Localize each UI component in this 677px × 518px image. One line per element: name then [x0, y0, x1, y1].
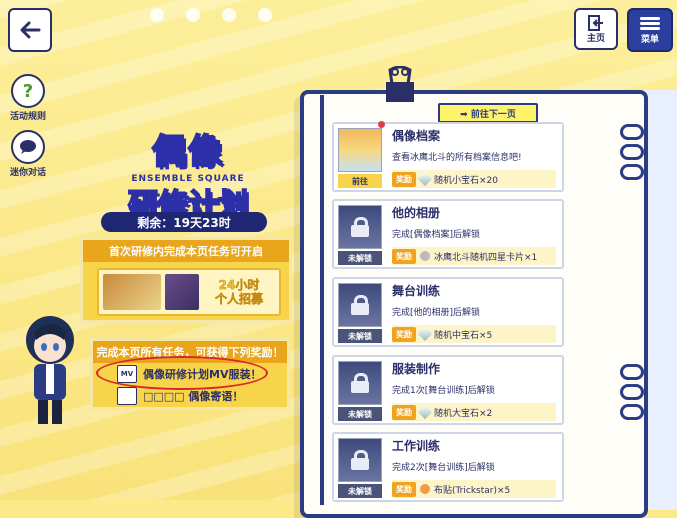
task-description: 完成[他的相册]后解锁	[392, 308, 481, 318]
menu-label: 菜单	[640, 35, 659, 45]
reward-text: 随机大宝石×2	[434, 408, 493, 419]
event-logo: 偶像 ENSEMBLE SQUARE 研修计划	[98, 118, 278, 224]
task-thumbnail-locked	[338, 438, 382, 482]
task-title: 服装制作	[392, 362, 441, 376]
mini-chat-button[interactable]: 迷你对话	[6, 130, 50, 178]
task-description: 完成2次[舞台训练]后解锁	[392, 463, 495, 473]
question-card-icon	[420, 251, 430, 261]
event-title-line1: 偶像	[151, 131, 224, 173]
locked-status: 未解锁	[338, 329, 382, 343]
notebook-holes	[150, 8, 272, 22]
home-label: 主页	[586, 33, 605, 44]
chat-bubble-icon	[11, 130, 45, 164]
reward-text: 冰鹰北斗随机四星卡片×1	[434, 252, 538, 263]
rules-button[interactable]: ? 活动规则	[6, 74, 50, 122]
reward-badge: 奖励	[392, 248, 416, 264]
task-thumbnail-locked	[338, 283, 382, 327]
task-reward: 奖励 布贴(Trickstar)×5	[392, 480, 556, 498]
notebook-spine-line	[320, 95, 324, 505]
first-unlock-title: 首次研修内完成本页任务可开启	[83, 240, 289, 262]
task-title: 他的相册	[392, 206, 441, 220]
task-title: 偶像档案	[392, 129, 441, 143]
binder-clip-icon	[386, 66, 414, 102]
reward-message-label: □□□□ 偶像寄语！	[143, 390, 244, 403]
reward-badge: 奖励	[392, 171, 416, 187]
task-description: 查看冰鹰北斗的所有档案信息吧!	[392, 153, 522, 163]
gem-icon	[417, 171, 433, 187]
locked-status: 未解锁	[338, 407, 382, 421]
home-exit-icon	[588, 14, 603, 31]
recruit-banner[interactable]: 24小时 个人招募	[97, 268, 281, 316]
banner-character-image	[165, 274, 199, 310]
notification-dot	[378, 121, 385, 128]
task-reward: 奖励 冰鹰北斗随机四星卡片×1	[392, 247, 556, 265]
patch-icon	[420, 484, 430, 494]
question-icon: ?	[11, 74, 45, 108]
task-card-costume-making[interactable]: 未解锁 服装制作 完成1次[舞台训练]后解锁 奖励 随机大宝石×2	[332, 355, 564, 425]
rules-label: 活动规则	[9, 112, 46, 122]
task-description: 完成[偶像档案]后解锁	[392, 230, 481, 240]
lock-icon	[349, 373, 371, 393]
remaining-time: 剩余：19天23时	[101, 212, 267, 232]
task-reward: 奖励 随机小宝石×20	[392, 170, 556, 188]
next-page-button[interactable]: ➡ 前往下一页	[438, 103, 538, 123]
arrow-left-icon	[20, 21, 41, 39]
task-card-photo-album[interactable]: 未解锁 他的相册 完成[偶像档案]后解锁 奖励 冰鹰北斗随机四星卡片×1	[332, 199, 564, 269]
gem-icon	[417, 404, 433, 420]
notebook-rings-bottom	[620, 364, 644, 424]
reward-badge: 奖励	[392, 326, 416, 342]
lock-icon	[349, 217, 371, 237]
task-thumbnail-locked	[338, 361, 382, 405]
back-button[interactable]	[8, 8, 52, 52]
task-title: 工作训练	[392, 439, 441, 453]
home-button[interactable]: 主页	[574, 8, 618, 50]
gem-icon	[417, 326, 433, 342]
reward-text: 随机小宝石×20	[434, 175, 498, 186]
task-description: 完成1次[舞台训练]后解锁	[392, 386, 495, 396]
character-chibi	[26, 316, 74, 424]
lock-icon	[349, 295, 371, 315]
menu-button[interactable]: 菜单	[627, 8, 673, 52]
task-thumbnail	[338, 128, 382, 172]
banner-image	[103, 274, 161, 310]
message-card-icon	[117, 387, 137, 405]
reward-text: 随机中宝石×5	[434, 330, 493, 341]
locked-status: 未解锁	[338, 251, 382, 265]
task-reward: 奖励 随机中宝石×5	[392, 325, 556, 343]
banner-text-line1: 24小时	[218, 278, 260, 293]
task-card-work-training[interactable]: 未解锁 工作训练 完成2次[舞台训练]后解锁 奖励 布贴(Trickstar)×…	[332, 432, 564, 502]
banner-text: 24小时 个人招募	[199, 278, 279, 307]
reward-badge: 奖励	[392, 404, 416, 420]
task-title: 舞台训练	[392, 284, 441, 298]
notebook-rings-top	[620, 124, 644, 184]
hamburger-icon	[640, 15, 660, 32]
banner-text-line2: 个人招募	[214, 292, 264, 307]
reward-text: 布贴(Trickstar)×5	[434, 485, 511, 496]
reward-badge: 奖励	[392, 481, 416, 497]
lock-icon	[349, 450, 371, 470]
highlight-circle	[96, 356, 268, 390]
task-card-idol-profile[interactable]: 前往 偶像档案 查看冰鹰北斗的所有档案信息吧! 奖励 随机小宝石×20	[332, 121, 564, 192]
task-reward: 奖励 随机大宝石×2	[392, 403, 556, 421]
task-card-stage-training[interactable]: 未解锁 舞台训练 完成[他的相册]后解锁 奖励 随机中宝石×5	[332, 277, 564, 347]
task-thumbnail-locked	[338, 205, 382, 249]
go-button[interactable]: 前往	[338, 174, 382, 188]
locked-status: 未解锁	[338, 484, 382, 498]
first-unlock-box: 首次研修内完成本页任务可开启 24小时 个人招募	[80, 237, 292, 323]
mini-chat-label: 迷你对话	[9, 168, 46, 178]
